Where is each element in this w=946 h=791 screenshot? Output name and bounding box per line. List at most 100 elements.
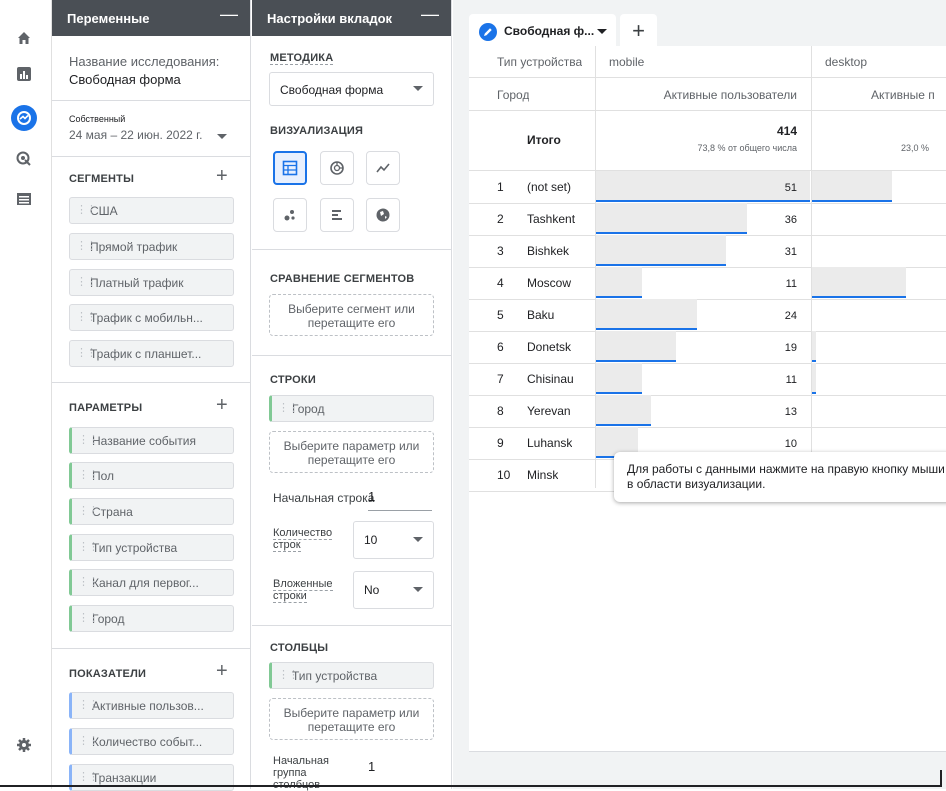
rows-dropzone[interactable]: Выберите параметр или перетащите его [269,431,434,473]
row-rank: 10 [497,468,511,482]
line-viz-button[interactable] [366,151,400,185]
canvas-area: Свободная ф... + Тип устройства mobile d… [453,0,946,789]
reports-icon[interactable] [11,61,37,87]
bottom-border-edge [940,770,942,787]
row-divider [469,299,946,300]
row-city[interactable]: Donetsk [527,340,571,354]
metric-header-mobile[interactable]: Активные пользователи [613,88,797,102]
row-count-select[interactable]: 10 [353,521,434,559]
row-city[interactable]: Yerevan [527,404,571,418]
row-rank: 1 [497,180,504,194]
row-rank: 3 [497,244,504,258]
advertising-icon[interactable] [11,146,37,172]
row-city[interactable]: Luhansk [527,436,572,450]
minimize-icon[interactable]: — [220,4,238,25]
desktop-value-bar [812,331,816,362]
row-rank: 9 [497,436,504,450]
desktop-value-bar [812,363,816,394]
dimension-label: Канал для первог... [92,576,199,590]
row-city[interactable]: Chisinau [527,372,574,386]
row-city[interactable]: Moscow [527,276,571,290]
rows-label: СТРОКИ [270,374,316,386]
row-city[interactable]: Baku [527,308,554,322]
scatter-viz-button[interactable] [273,198,307,232]
dimension-chip[interactable]: ⋮⋮ Название события [69,427,234,454]
scatter-icon [284,210,295,221]
chevron-down-icon[interactable] [597,29,607,34]
total-desktop-pct: 23,0 % [901,143,930,153]
add-dimension-icon[interactable]: + [216,394,228,417]
technique-select[interactable]: Свободная форма [269,72,434,106]
start-row-input[interactable]: 1 [368,489,432,511]
dimension-chip[interactable]: ⋮⋮ Город [69,605,234,632]
row-rank: 7 [497,372,504,386]
row-mobile-value: 10 [784,438,797,450]
row-mobile-value: 24 [784,310,797,322]
metric-header-desktop[interactable]: Активные п [829,88,946,102]
segment-chip[interactable]: ⋮⋮ Прямой трафик [69,233,234,260]
metric-chip[interactable]: ⋮⋮ Активные пользов... [69,692,234,719]
row-count-label-text: Количество строк [273,527,333,552]
divider [252,355,451,356]
columns-dropzone[interactable]: Выберите параметр или перетащите его [269,698,434,740]
dimension-chip[interactable]: ⋮⋮ Тип устройства [69,534,234,561]
divider [52,648,250,649]
segment-chip[interactable]: ⋮⋮ Платный трафик [69,269,234,296]
date-range-value[interactable]: 24 мая – 22 июн. 2022 г. [69,128,202,142]
dimension-chip[interactable]: ⋮⋮ Пол [69,462,234,489]
row-rank: 6 [497,340,504,354]
segment-dropzone[interactable]: Выберите сегмент или перетащите его [269,294,434,336]
segment-chip[interactable]: ⋮⋮ Трафик с мобильн... [69,304,234,331]
bar-chart-icon [332,210,342,220]
divider [469,77,946,78]
divider [52,156,250,157]
segment-chip[interactable]: ⋮⋮ Трафик с планшет... [69,340,234,367]
home-icon[interactable] [11,25,37,51]
dimension-chip[interactable]: ⋮⋮ Страна [69,498,234,525]
table-viz-button[interactable] [273,151,307,185]
technique-label: МЕТОДИКА [270,52,334,65]
nested-rows-select[interactable]: No [353,571,434,609]
dimension-chip[interactable]: ⋮⋮ Канал для первог... [69,569,234,596]
settings-icon[interactable] [11,732,37,758]
exploration-tab[interactable]: Свободная ф... [469,14,616,48]
row-city[interactable]: Tashkent [527,212,575,226]
column-desktop[interactable]: desktop [825,55,867,69]
geo-viz-button[interactable] [366,198,400,232]
column-mobile[interactable]: mobile [609,55,644,69]
add-tab-button[interactable]: + [620,14,657,48]
tab-settings-panel: Настройки вкладок — МЕТОДИКА Свободная ф… [252,0,452,791]
divider [469,110,946,111]
row-city[interactable]: Minsk [527,468,558,482]
start-col-group-input[interactable]: 1 [368,759,432,781]
city-header-label: Город [497,88,530,102]
total-mobile-pct: 73,8 % от общего числа [697,143,797,153]
row-divider [469,395,946,396]
row-mobile-value: 51 [784,182,797,194]
variables-panel: Переменные — Название исследования: Своб… [52,0,251,791]
add-segment-icon[interactable]: + [216,165,228,188]
row-city[interactable]: Bishkek [527,244,569,258]
freeform-table[interactable]: Тип устройства mobile desktop Город Акти… [469,46,946,752]
pencil-icon [479,23,497,41]
row-city[interactable]: (not set) [527,180,571,194]
donut-viz-button[interactable] [320,151,354,185]
columns-chip-label: Тип устройства [292,669,378,683]
segment-compare-label: СРАВНЕНИЕ СЕГМЕНТОВ [270,273,415,285]
columns-chip[interactable]: ⋮⋮ Тип устройства [269,662,434,689]
total-mobile: 414 [776,124,797,138]
desktop-value-bar [812,267,906,298]
dimension-label: Название события [92,434,196,448]
row-mobile-value: 13 [784,406,797,418]
metric-chip[interactable]: ⋮⋮ Количество событ... [69,728,234,755]
rows-chip[interactable]: ⋮⋮ Город [269,395,434,422]
segment-chip[interactable]: ⋮⋮ США [69,197,234,224]
bar-viz-button[interactable] [320,198,354,232]
explore-icon[interactable] [11,105,37,131]
exploration-name[interactable]: Свободная форма [69,72,181,87]
add-metric-icon[interactable]: + [216,660,228,683]
chevron-down-icon[interactable] [217,134,227,139]
configure-icon[interactable] [11,186,37,212]
minimize-icon[interactable]: — [421,4,439,25]
row-mobile-value: 31 [784,246,797,258]
